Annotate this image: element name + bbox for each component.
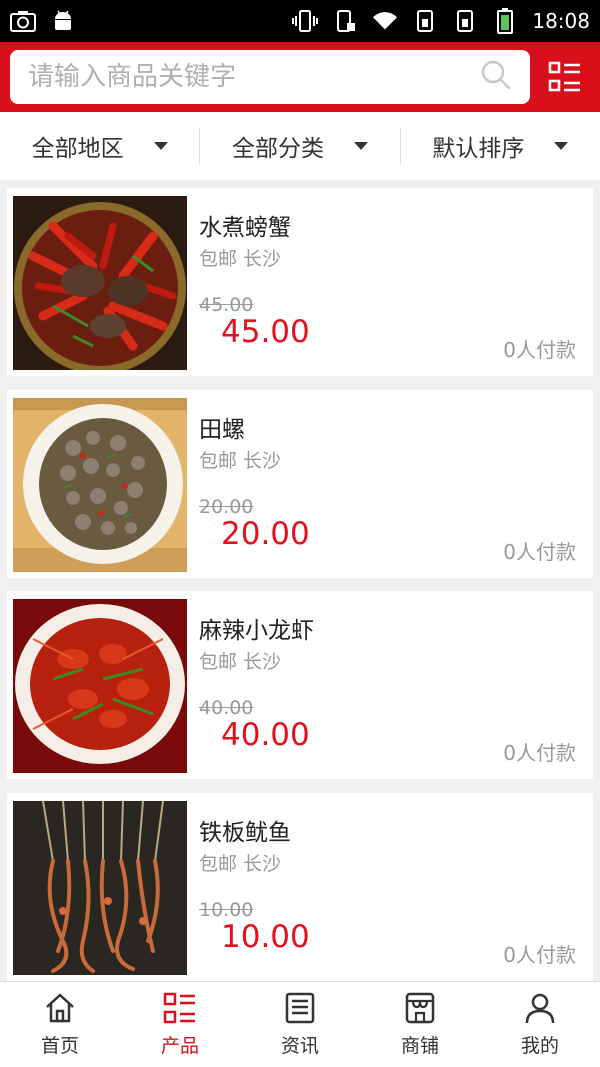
sim-icon xyxy=(412,9,438,33)
product-image-squid xyxy=(13,801,187,975)
camera-icon xyxy=(10,9,36,33)
product-paid-count: 0人付款 xyxy=(503,943,576,967)
product-meta: 包邮 长沙 xyxy=(199,450,282,472)
product-title: 田螺 xyxy=(199,417,245,443)
filter-category[interactable]: 全部分类 xyxy=(199,128,399,164)
products-icon xyxy=(163,992,195,1024)
product-paid-count: 0人付款 xyxy=(503,540,576,564)
status-time: 18:08 xyxy=(532,9,590,33)
search-box[interactable] xyxy=(10,50,530,104)
filter-region-label: 全部地区 xyxy=(31,136,124,162)
product-meta: 包邮 长沙 xyxy=(199,248,282,270)
sim2-icon xyxy=(452,9,478,33)
product-card[interactable]: 铁板鱿鱼 包邮 长沙 10.00 10.00 0人付款 xyxy=(7,793,593,981)
product-price: 40.00 xyxy=(221,717,310,753)
status-bar: 18:08 xyxy=(0,0,600,42)
nav-news-label: 资讯 xyxy=(280,1035,319,1057)
android-icon xyxy=(50,9,76,33)
product-old-price: 45.00 xyxy=(199,294,254,316)
nav-profile-label: 我的 xyxy=(520,1035,559,1057)
filter-sort-label: 默认排序 xyxy=(432,136,525,162)
nav-home-label: 首页 xyxy=(40,1035,79,1057)
nav-store-label: 商铺 xyxy=(400,1035,439,1057)
search-icon[interactable] xyxy=(480,59,512,95)
product-meta: 包邮 长沙 xyxy=(199,853,282,875)
filter-category-label: 全部分类 xyxy=(231,136,324,162)
nav-profile[interactable]: 我的 xyxy=(480,982,600,1067)
product-card[interactable]: 田螺 包邮 长沙 20.00 20.00 0人付款 xyxy=(7,390,593,578)
nav-home[interactable]: 首页 xyxy=(0,982,120,1067)
phone-mute-icon xyxy=(332,9,358,33)
product-old-price: 10.00 xyxy=(199,899,254,921)
caret-down-icon xyxy=(153,142,168,150)
battery-icon xyxy=(492,8,518,34)
product-price: 45.00 xyxy=(221,314,310,350)
bottom-nav: 首页 产品 资讯 商铺 我的 xyxy=(0,981,600,1067)
product-image-crayfish xyxy=(13,599,187,773)
filter-region[interactable]: 全部地区 xyxy=(0,128,199,164)
product-paid-count: 0人付款 xyxy=(503,338,576,362)
filter-sort[interactable]: 默认排序 xyxy=(399,128,600,164)
product-old-price: 20.00 xyxy=(199,496,254,518)
product-title: 铁板鱿鱼 xyxy=(199,820,291,846)
wifi-icon xyxy=(372,9,398,33)
nav-news[interactable]: 资讯 xyxy=(240,982,360,1067)
nav-products-label: 产品 xyxy=(160,1035,199,1057)
category-menu-icon[interactable] xyxy=(548,60,582,94)
nav-store[interactable]: 商铺 xyxy=(360,982,480,1067)
nav-products[interactable]: 产品 xyxy=(120,982,240,1067)
vibrate-icon xyxy=(292,9,319,33)
profile-icon xyxy=(525,993,555,1024)
product-title: 水煮螃蟹 xyxy=(199,215,291,241)
search-input[interactable] xyxy=(28,62,448,92)
caret-down-icon xyxy=(353,142,368,150)
product-paid-count: 0人付款 xyxy=(503,741,576,765)
news-icon xyxy=(285,992,315,1024)
product-price: 10.00 xyxy=(221,919,310,955)
home-icon xyxy=(46,993,74,1023)
product-card[interactable]: 麻辣小龙虾 包邮 长沙 40.00 40.00 0人付款 xyxy=(7,591,593,779)
product-price: 20.00 xyxy=(221,516,310,552)
caret-down-icon xyxy=(554,142,569,150)
filter-bar: 全部地区 全部分类 默认排序 xyxy=(0,112,600,180)
product-image-crab xyxy=(13,196,187,370)
product-title: 麻辣小龙虾 xyxy=(199,618,314,644)
product-meta: 包邮 长沙 xyxy=(199,651,282,673)
product-old-price: 40.00 xyxy=(199,697,254,719)
product-image-snails xyxy=(13,398,187,572)
product-card[interactable]: 水煮螃蟹 包邮 长沙 45.00 45.00 0人付款 xyxy=(7,188,593,376)
store-icon xyxy=(405,992,435,1024)
header xyxy=(0,42,600,112)
